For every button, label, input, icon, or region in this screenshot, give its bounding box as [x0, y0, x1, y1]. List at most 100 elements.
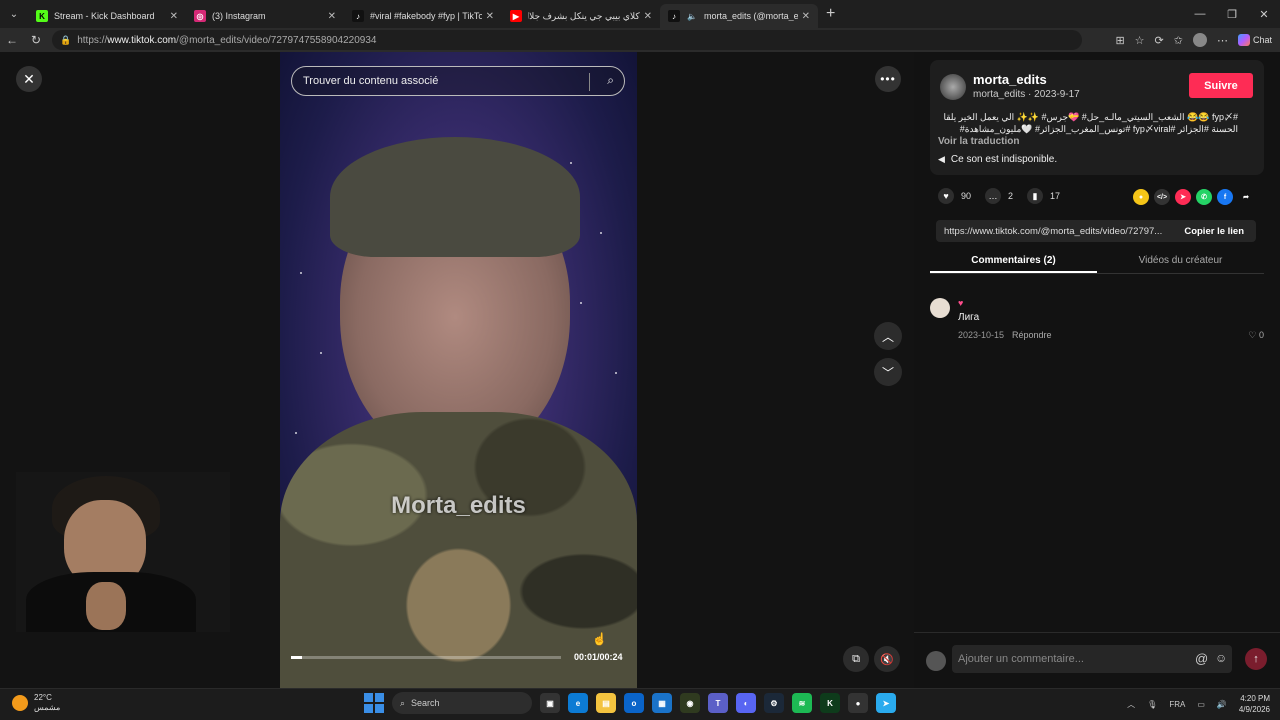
favorite-star-icon[interactable]: ☆	[1135, 34, 1145, 47]
close-video-button[interactable]: ✕	[16, 66, 42, 92]
post-comment-button[interactable]: ↑	[1245, 648, 1267, 670]
see-translation-link[interactable]: Voir la traduction	[938, 136, 1020, 147]
tab-close-icon[interactable]: ✕	[328, 11, 336, 22]
language-indicator[interactable]: FRA	[1169, 700, 1185, 709]
task-view-icon[interactable]: ▣	[540, 693, 560, 713]
minimize-icon[interactable]: —	[1184, 0, 1216, 28]
restore-icon[interactable]: ❐	[1216, 0, 1248, 28]
microphone-icon[interactable]: 🎙	[1147, 700, 1157, 709]
sound-label: Ce son est indisponible.	[950, 154, 1058, 165]
profile-avatar[interactable]	[1192, 33, 1207, 47]
refresh-icon[interactable]: ↻	[24, 28, 48, 52]
comment-button[interactable]: … 2	[985, 188, 1013, 204]
spotify-icon[interactable]: ≋	[792, 693, 812, 713]
tab-close-icon[interactable]: ✕	[486, 11, 494, 22]
teams-icon[interactable]: T	[708, 693, 728, 713]
comment-input[interactable]: Ajouter un commentaire...	[952, 645, 1232, 673]
emoji-icon[interactable]: ☺	[1215, 651, 1227, 665]
tab-close-icon[interactable]: ✕	[644, 11, 652, 22]
url-host: www.tiktok.com	[107, 34, 177, 46]
bookmark-icon: ▮	[1027, 188, 1044, 204]
tab-comments[interactable]: Commentaires (2)	[930, 250, 1097, 273]
more-options-icon[interactable]: ⋯	[1217, 34, 1228, 47]
tab-kick[interactable]: K Stream - Kick Dashboard ✕	[28, 4, 186, 28]
edge-icon[interactable]: e	[568, 693, 588, 713]
video-player[interactable]: Morta_edits Trouver du contenu associé ⌕…	[280, 52, 637, 688]
embed-icon[interactable]: </>	[1154, 189, 1170, 205]
tab-creator-videos[interactable]: Vidéos du créateur	[1097, 250, 1264, 273]
kick-icon: K	[36, 10, 48, 22]
tab-actions-menu[interactable]: ⌄	[0, 0, 28, 28]
favorites-icon[interactable]: ✩	[1174, 34, 1183, 47]
tab-close-icon[interactable]: ✕	[802, 11, 810, 22]
copilot-button[interactable]: Chat	[1237, 34, 1272, 46]
post-caption: #fyp〆 😂😂 الشعب_السيتي_مالـه_حل# 💝جرس# ✨✨…	[943, 112, 1238, 134]
video-progress-bar[interactable]	[291, 656, 561, 659]
sound-info[interactable]: ◀ Ce son est indisponible.	[938, 154, 1057, 165]
comment-like-button[interactable]: ♡ 0	[1248, 330, 1264, 341]
obs-icon[interactable]: ●	[848, 693, 868, 713]
coin-icon[interactable]: ●	[1133, 189, 1149, 205]
chevron-up-icon[interactable]: ︿	[1127, 699, 1135, 710]
comment-composer: Ajouter un commentaire... @ ☺ ↑	[914, 632, 1280, 688]
steam-icon[interactable]: ⚙	[764, 693, 784, 713]
mute-button[interactable]: 🔇	[874, 646, 900, 672]
reply-button[interactable]: Répondre	[1012, 330, 1052, 340]
related-search-input[interactable]: Trouver du contenu associé ⌕	[291, 66, 625, 96]
share-link-text[interactable]: https://www.tiktok.com/@morta_edits/vide…	[936, 226, 1172, 237]
copy-link-button[interactable]: Copier le lien	[1172, 226, 1256, 237]
details-panel: morta_edits morta_edits · 2023-9-17 Suiv…	[914, 52, 1280, 688]
sun-icon	[12, 695, 28, 711]
extensions-icon[interactable]: ⟳	[1155, 34, 1164, 47]
search-icon[interactable]: ⌕	[607, 73, 614, 88]
app-available-icon[interactable]: ⊞	[1115, 34, 1124, 47]
commenter-avatar[interactable]	[930, 298, 950, 318]
volume-icon[interactable]: 🔊	[1217, 700, 1227, 709]
facebook-icon[interactable]: f	[1217, 189, 1233, 205]
file-explorer-icon[interactable]: ▤	[596, 693, 616, 713]
discord-icon[interactable]: ◐	[736, 693, 756, 713]
tab-label: Stream - Kick Dashboard	[54, 11, 155, 21]
store-icon[interactable]: ▦	[652, 693, 672, 713]
comment-text: Лига	[958, 312, 980, 323]
taskbar-search[interactable]: ⌕ Search	[392, 692, 532, 714]
speaker-icon[interactable]: 🔈	[686, 10, 698, 22]
send-icon[interactable]: ➤	[1175, 189, 1191, 205]
creator-username[interactable]: morta_edits	[973, 72, 1047, 87]
floating-player-button[interactable]: ⧉	[843, 646, 869, 672]
previous-video-button[interactable]: ︿	[874, 322, 902, 350]
url-field[interactable]: 🔒 https://www.tiktok.com/@morta_edits/vi…	[52, 30, 1082, 50]
tab-close-icon[interactable]: ✕	[170, 11, 178, 22]
more-options-button[interactable]: •••	[875, 66, 901, 92]
weather-condition: مشمس	[34, 703, 61, 712]
tab-label: morta_edits (@morta_edits) |	[704, 11, 798, 21]
panel-tabs: Commentaires (2) Vidéos du créateur	[930, 250, 1264, 274]
tab-morta-edits[interactable]: ♪ 🔈 morta_edits (@morta_edits) | ✕	[660, 4, 818, 28]
share-icon[interactable]: ➦	[1238, 189, 1254, 205]
weather-widget[interactable]: 22°C مشمس	[12, 693, 60, 713]
telegram-icon[interactable]: ➤	[876, 693, 896, 713]
outlook-icon[interactable]: o	[624, 693, 644, 713]
new-tab-button[interactable]: +	[826, 5, 835, 23]
clock[interactable]: 4:20 PM 4/9/2026	[1239, 693, 1270, 715]
copilot-icon	[1237, 34, 1250, 46]
tab-tiktok-viral[interactable]: ♪ #viral #fakebody #fyp | TikTok ✕	[344, 4, 502, 28]
mention-button[interactable]: @	[1195, 651, 1208, 666]
close-window-icon[interactable]: ✕	[1248, 0, 1280, 28]
like-button[interactable]: ♥ 90	[938, 188, 971, 204]
back-icon[interactable]: ←	[0, 28, 24, 52]
xbox-icon[interactable]: ◉	[680, 693, 700, 713]
windows-taskbar: 22°C مشمس ⌕ Search ▣ e ▤ o ▦ ◉ T ◐ ⚙ ≋ K …	[0, 688, 1280, 720]
kick-app-icon[interactable]: K	[820, 693, 840, 713]
tab-instagram[interactable]: ◎ (3) Instagram ✕	[186, 4, 344, 28]
taskbar-search-label: Search	[411, 698, 440, 708]
start-button[interactable]	[364, 693, 384, 713]
follow-button[interactable]: Suivre	[1189, 73, 1253, 98]
whatsapp-icon[interactable]: ✆	[1196, 189, 1212, 205]
window-controls: — ❐ ✕	[1184, 0, 1280, 28]
network-icon[interactable]: ▭	[1197, 700, 1205, 709]
tab-youtube[interactable]: ▶ كلاي بيبي جي ينكل بشرف جلال بريك ✕	[502, 4, 660, 28]
save-button[interactable]: ▮ 17	[1027, 188, 1060, 204]
creator-avatar[interactable]	[940, 74, 966, 100]
next-video-button[interactable]: ﹀	[874, 358, 902, 386]
